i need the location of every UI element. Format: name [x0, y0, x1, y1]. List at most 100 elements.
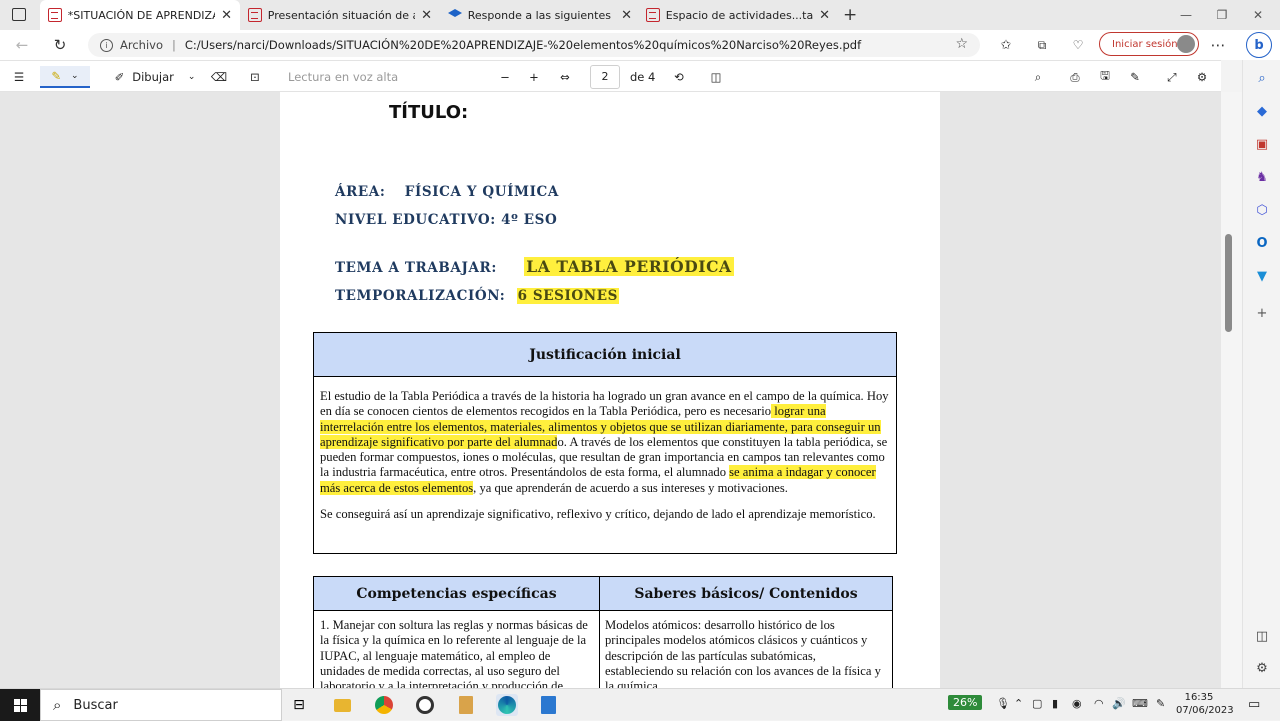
favorite-star-icon[interactable]: ☆ — [955, 36, 968, 52]
chevron-up-icon[interactable]: ⌃ — [1014, 697, 1023, 710]
search-icon[interactable]: ⌕ — [1029, 68, 1047, 86]
tab-title: Responde a las siguientes cuesti — [467, 8, 615, 22]
edge-icon[interactable] — [496, 694, 518, 716]
file-explorer-icon[interactable] — [331, 694, 353, 716]
language-icon[interactable]: ⌨ — [1132, 697, 1148, 710]
windows-logo-icon — [13, 698, 27, 712]
notepad-icon[interactable] — [537, 694, 559, 716]
add-icon[interactable]: + — [1252, 303, 1272, 323]
close-icon[interactable]: ✕ — [819, 8, 830, 23]
scrollbar-thumb[interactable] — [1225, 234, 1232, 332]
pdf-icon — [646, 8, 660, 22]
drop-icon[interactable]: ▼ — [1252, 266, 1272, 286]
address-bar[interactable]: i Archivo | C:/Users/narci/Downloads/SIT… — [88, 33, 980, 57]
area-value: FÍSICA Y QUÍMICA — [404, 184, 559, 200]
sidebar-settings-icon[interactable]: ⚙ — [1252, 658, 1272, 678]
volume-icon[interactable]: 🔊 — [1112, 697, 1126, 710]
address-row: ← ↻ i Archivo | C:/Users/narci/Downloads… — [0, 30, 1280, 60]
collections-icon[interactable]: ⧉ — [1030, 34, 1054, 56]
notifications-icon[interactable]: ▭ — [1248, 697, 1260, 712]
clock-time: 16:35 — [1184, 692, 1214, 703]
pdf-viewport[interactable]: TÍTULO: ÁREA: FÍSICA Y QUÍMICA NIVEL EDU… — [0, 92, 1221, 688]
recording-app-icon[interactable] — [414, 694, 436, 716]
tools-briefcase-icon[interactable]: ▣ — [1252, 134, 1272, 154]
tab-title: Espacio de actividades...tarea 5.p — [665, 8, 814, 22]
start-button[interactable] — [0, 689, 40, 721]
tema-line: TEMA A TRABAJAR: LA TABLA PERIÓDICA — [335, 257, 734, 276]
bing-chat-icon[interactable]: b — [1246, 32, 1272, 58]
tab-espacio-actividades[interactable]: Espacio de actividades...tarea 5.p ✕ — [638, 0, 838, 30]
documents-icon[interactable] — [455, 694, 477, 716]
minimize-button[interactable]: — — [1166, 0, 1206, 30]
page-number-input[interactable]: 2 — [590, 65, 620, 89]
browser-essentials-icon[interactable]: ♡ — [1066, 34, 1090, 56]
close-icon[interactable]: ✕ — [621, 8, 632, 23]
draw-button[interactable]: ✐ Dibujar ⌄ — [110, 68, 200, 86]
signin-button[interactable]: Iniciar sesión — [1099, 32, 1199, 56]
highlight-button[interactable]: ✎ ⌄ — [40, 66, 90, 88]
highlighter-icon: ✎ — [51, 69, 62, 83]
close-icon[interactable]: ✕ — [221, 8, 232, 23]
tray-app-icon[interactable]: ▮ — [1052, 697, 1058, 710]
justificacion-heading: Justificación inicial — [314, 333, 896, 377]
battery-badge[interactable]: 26% — [948, 695, 983, 710]
zoom-out-button[interactable]: − — [496, 68, 514, 86]
tab-actions-icon[interactable] — [12, 8, 26, 21]
clock[interactable]: 16:35 07/06/2023 — [1176, 691, 1234, 717]
info-icon[interactable]: i — [100, 38, 113, 52]
taskbar-search[interactable]: ⌕ Buscar — [40, 689, 282, 721]
new-tab-button[interactable]: + — [843, 5, 857, 25]
temporalizacion-label: TEMPORALIZACIÓN: — [335, 288, 506, 304]
chevron-down-icon: ⌄ — [71, 71, 79, 81]
wifi-icon[interactable]: ◠ — [1094, 697, 1104, 710]
refresh-button[interactable]: ↻ — [48, 34, 72, 56]
eraser-icon[interactable]: ⌫ — [210, 68, 228, 86]
search-icon[interactable]: ⌕ — [1252, 68, 1272, 88]
nivel-educativo: NIVEL EDUCATIVO: 4º ESO — [335, 212, 558, 228]
microsoft365-icon[interactable]: ⬡ — [1252, 200, 1272, 220]
tab-responde[interactable]: Responde a las siguientes cuesti ✕ — [440, 0, 640, 30]
tray-app-icon[interactable]: ▢ — [1032, 697, 1042, 710]
table-of-contents-icon[interactable]: ☰ — [10, 68, 28, 86]
back-button[interactable]: ← — [10, 34, 34, 56]
sidebar-panel-icon[interactable]: ◫ — [1252, 626, 1272, 646]
rotate-icon[interactable]: ⟲ — [670, 68, 688, 86]
url-separator: | — [172, 38, 176, 52]
maximize-button[interactable]: ❐ — [1202, 0, 1242, 30]
page-view-icon[interactable]: ◫ — [707, 68, 725, 86]
close-window-button[interactable]: ✕ — [1238, 0, 1278, 30]
favorites-icon[interactable]: ✩ — [994, 34, 1018, 56]
chrome-icon[interactable] — [373, 694, 395, 716]
tab-situacion-aprendizaje[interactable]: *SITUACIÓN DE APRENDIZAJE- e ✕ — [40, 0, 240, 30]
fullscreen-icon[interactable]: ⤢ — [1163, 68, 1181, 86]
tab-strip: *SITUACIÓN DE APRENDIZAJE- e ✕ Presentac… — [0, 0, 1280, 30]
page-total: de 4 — [630, 70, 656, 84]
tema-value: LA TABLA PERIÓDICA — [524, 257, 734, 276]
tray-app-icon[interactable]: ◉ — [1072, 697, 1082, 710]
close-icon[interactable]: ✕ — [421, 8, 432, 23]
tab-presentacion[interactable]: Presentación situación de aprend ✕ — [240, 0, 440, 30]
vertical-scrollbar[interactable] — [1221, 92, 1242, 688]
zoom-in-button[interactable]: + — [525, 68, 543, 86]
fit-width-icon[interactable]: ⇔ — [556, 68, 574, 86]
games-icon[interactable]: ♞ — [1252, 167, 1272, 187]
task-view-icon[interactable]: ⊟ — [288, 694, 310, 716]
print-icon[interactable]: ⎙ — [1066, 68, 1084, 86]
save-as-icon[interactable]: ✎ — [1126, 68, 1144, 86]
pdf-icon — [248, 8, 262, 22]
shopping-tag-icon[interactable]: ◆ — [1252, 101, 1272, 121]
save-icon[interactable]: 🖫 — [1096, 68, 1114, 86]
pen-icon[interactable]: ✎ — [1156, 697, 1165, 710]
tab-title: Presentación situación de aprend — [267, 8, 415, 22]
document-title: TÍTULO: — [389, 102, 469, 123]
search-icon: ⌕ — [53, 696, 62, 714]
area-line: ÁREA: FÍSICA Y QUÍMICA — [335, 184, 559, 200]
more-menu-icon[interactable]: ⋯ — [1206, 34, 1230, 56]
read-aloud-button[interactable]: Lectura en voz alta — [288, 68, 398, 86]
text-segment: , ya que aprenderán de acuerdo a sus int… — [473, 480, 788, 495]
url-text[interactable]: C:/Users/narci/Downloads/SITUACIÓN%20DE%… — [185, 38, 861, 52]
outlook-icon[interactable]: O — [1252, 233, 1272, 253]
text-box-icon[interactable]: ⊡ — [246, 68, 264, 86]
microphone-icon[interactable]: 🎙 — [996, 697, 1010, 710]
settings-gear-icon[interactable]: ⚙ — [1193, 68, 1211, 86]
